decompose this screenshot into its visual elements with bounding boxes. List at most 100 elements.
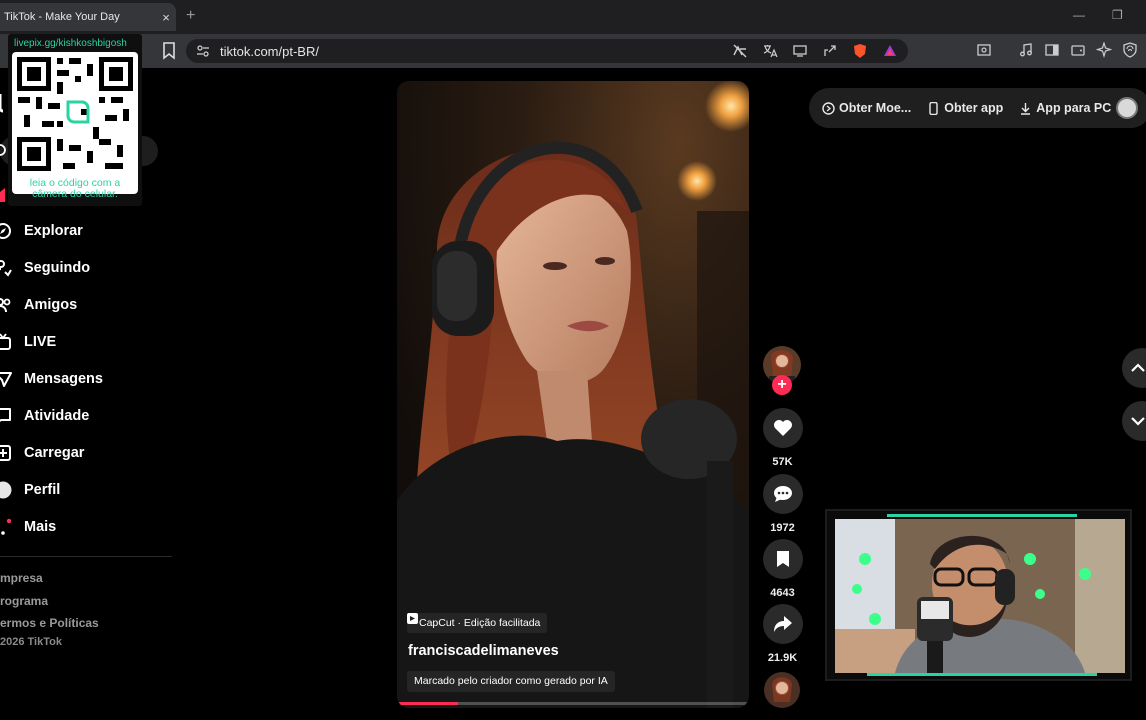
bookmark-save-icon (776, 551, 789, 567)
brave-rewards-icon[interactable] (882, 43, 898, 59)
qr-code (12, 52, 138, 194)
url-text: tiktok.com/pt-BR/ (220, 43, 319, 59)
share-action: 21.9K (762, 604, 803, 664)
video-progress-bar[interactable] (399, 702, 747, 705)
copyright-text: 2026 TikTok (0, 635, 62, 648)
sidebar-item-perfil[interactable]: Perfil (0, 471, 175, 508)
leo-ai-icon[interactable] (1096, 42, 1112, 58)
screenshot-icon[interactable] (976, 42, 992, 58)
comment-button[interactable] (762, 474, 803, 514)
webcam-frame-accent-bottom (867, 673, 1097, 676)
livepix-qr-overlay: livepix.gg/kishkoshbigosh leia o código … (8, 34, 142, 206)
restore-button[interactable]: ❐ (1112, 8, 1123, 22)
home-icon[interactable] (0, 186, 7, 202)
tab-title: TikTok - Make Your Day (4, 11, 120, 23)
pc-app-label: App para PC (1036, 101, 1112, 115)
brave-shield-icon[interactable] (852, 43, 868, 59)
save-action: 4643 (762, 539, 803, 599)
cast-icon[interactable] (792, 43, 808, 59)
top-actions-bar: Obter Moe... Obter app App para PC (809, 88, 1146, 128)
tracking-off-icon[interactable] (732, 43, 748, 59)
follow-button[interactable]: + (772, 375, 792, 395)
qr-caption: leia o código com a câmera do celular. (8, 178, 142, 200)
browser-tab[interactable]: TikTok - Make Your Day × (0, 3, 176, 31)
download-icon (1021, 102, 1031, 115)
sidebar-item-seguindo[interactable]: Seguindo (0, 249, 175, 286)
sidebar-item-label: Mais (24, 518, 57, 535)
save-button[interactable] (762, 539, 803, 579)
sidebar-item-label: Atividade (24, 407, 90, 424)
share-count: 21.9K (767, 652, 798, 664)
previous-video-button[interactable] (1122, 348, 1146, 388)
comment-count: 1972 (770, 522, 795, 534)
upload-icon (0, 444, 11, 461)
site-settings-icon[interactable] (196, 44, 210, 58)
pc-app-link[interactable]: App para PC (1019, 101, 1111, 115)
sidebar-nav: Explorar Seguindo Amigos LIVE Mensagens … (0, 212, 175, 545)
wallet-icon[interactable] (1070, 42, 1086, 58)
get-coins-link[interactable]: Obter Moe... (822, 101, 911, 115)
like-count: 57K (772, 456, 793, 468)
sidebar-item-label: Perfil (24, 481, 61, 498)
footer-link-termos[interactable]: ermos e Políticas (0, 613, 160, 636)
following-icon (0, 259, 12, 277)
video-progress-fill (399, 702, 459, 705)
minimize-button[interactable]: — (1073, 8, 1085, 22)
webcam-frame-accent (887, 514, 1077, 517)
share-button[interactable] (762, 604, 803, 644)
search-icon (0, 144, 6, 156)
like-action: 57K (762, 408, 803, 468)
sidebar-item-label: Explorar (24, 222, 83, 239)
footer-link-empresa[interactable]: mpresa (0, 568, 160, 591)
user-avatar[interactable] (1116, 97, 1138, 119)
footer-link-programa[interactable]: rograma (0, 591, 160, 614)
live-icon (0, 332, 11, 350)
bookmark-icon[interactable] (162, 42, 176, 60)
media-controls-icon[interactable] (1018, 42, 1034, 58)
sidebar-item-label: LIVE (24, 333, 57, 350)
save-count: 4643 (770, 587, 795, 599)
capcut-label: CapCut · Edição facilitada (419, 617, 541, 629)
chevron-up-icon (1131, 363, 1145, 372)
sidebar-item-mensagens[interactable]: Mensagens (0, 360, 175, 397)
compass-icon (0, 222, 11, 239)
ai-generated-label: Marcado pelo criador como gerado por IA (407, 671, 615, 692)
sidebar-item-atividade[interactable]: Atividade (0, 397, 175, 434)
video-player[interactable]: CapCut · Edição facilitada franciscadeli… (397, 81, 749, 708)
capcut-badge[interactable]: CapCut · Edição facilitada (407, 613, 548, 633)
tiktok-logo-icon[interactable] (0, 92, 8, 114)
sidebar-item-carregar[interactable]: Carregar (0, 434, 175, 471)
sidebar-item-label: Carregar (24, 444, 85, 461)
like-button[interactable] (762, 408, 803, 448)
sidebar-item-label: Seguindo (24, 259, 91, 276)
browser-toolbar: tiktok.com/pt-BR/ (0, 34, 1146, 68)
sidebar-item-live[interactable]: LIVE (0, 323, 175, 360)
share-icon[interactable] (822, 43, 838, 59)
sidebar-footer: mpresa rograma ermos e Políticas 2026 Ti… (0, 568, 160, 648)
tab-close-icon[interactable]: × (156, 10, 176, 25)
get-app-label: Obter app (944, 101, 1004, 115)
phone-icon (929, 101, 938, 115)
sidebar-toggle-icon[interactable] (1044, 42, 1060, 58)
translate-icon[interactable] (762, 43, 778, 59)
capcut-icon (407, 613, 418, 624)
vpn-icon[interactable] (1122, 42, 1138, 58)
comment-action: 1972 (762, 474, 803, 534)
heart-icon (773, 420, 792, 436)
share-arrow-icon (773, 616, 792, 632)
profile-icon (0, 481, 12, 498)
video-author[interactable]: franciscadelimaneves (408, 643, 559, 659)
qr-caption-line-2: câmera do celular. (32, 188, 118, 200)
music-disc-avatar[interactable] (764, 672, 800, 708)
new-tab-button[interactable]: + (186, 7, 195, 25)
sidebar-item-label: Mensagens (24, 370, 103, 387)
address-bar[interactable]: tiktok.com/pt-BR/ (186, 39, 908, 63)
next-video-button[interactable] (1122, 401, 1146, 441)
chevron-down-icon (1131, 417, 1145, 426)
sidebar-item-mais[interactable]: Mais (0, 508, 175, 545)
browser-tab-bar: TikTok - Make Your Day × + — ❐ (0, 0, 1146, 34)
get-app-link[interactable]: Obter app (927, 101, 1003, 115)
more-icon (1, 518, 12, 535)
sidebar-item-explorar[interactable]: Explorar (0, 212, 175, 249)
sidebar-item-amigos[interactable]: Amigos (0, 286, 175, 323)
